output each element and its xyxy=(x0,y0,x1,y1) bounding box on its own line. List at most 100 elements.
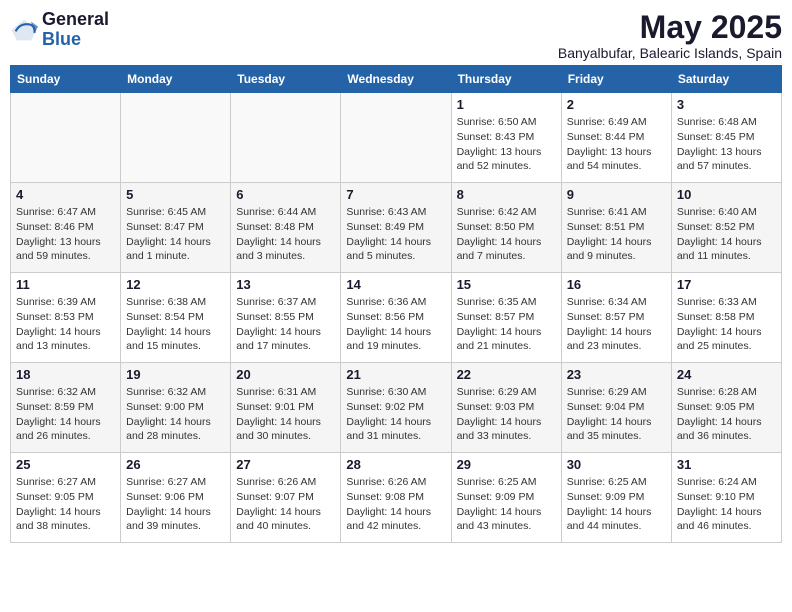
day-number: 30 xyxy=(567,457,666,472)
day-info: Sunrise: 6:40 AMSunset: 8:52 PMDaylight:… xyxy=(677,205,776,264)
calendar-table: SundayMondayTuesdayWednesdayThursdayFrid… xyxy=(10,65,782,543)
calendar-cell: 20 Sunrise: 6:31 AMSunset: 9:01 PMDayligh… xyxy=(231,363,341,453)
day-info: Sunrise: 6:47 AMSunset: 8:46 PMDaylight:… xyxy=(16,205,115,264)
weekday-header-thursday: Thursday xyxy=(451,66,561,93)
day-number: 9 xyxy=(567,187,666,202)
day-number: 8 xyxy=(457,187,556,202)
day-number: 19 xyxy=(126,367,225,382)
calendar-cell xyxy=(341,93,451,183)
calendar-cell: 18 Sunrise: 6:32 AMSunset: 8:59 PMDayligh… xyxy=(11,363,121,453)
calendar-cell: 3 Sunrise: 6:48 AMSunset: 8:45 PMDaylight… xyxy=(671,93,781,183)
day-number: 26 xyxy=(126,457,225,472)
weekday-header-sunday: Sunday xyxy=(11,66,121,93)
day-info: Sunrise: 6:36 AMSunset: 8:56 PMDaylight:… xyxy=(346,295,445,354)
day-number: 25 xyxy=(16,457,115,472)
calendar-cell: 17 Sunrise: 6:33 AMSunset: 8:58 PMDayligh… xyxy=(671,273,781,363)
day-number: 29 xyxy=(457,457,556,472)
day-info: Sunrise: 6:48 AMSunset: 8:45 PMDaylight:… xyxy=(677,115,776,174)
day-info: Sunrise: 6:50 AMSunset: 8:43 PMDaylight:… xyxy=(457,115,556,174)
month-title: May 2025 xyxy=(558,10,782,45)
logo-icon xyxy=(10,16,38,44)
day-number: 3 xyxy=(677,97,776,112)
weekday-header-row: SundayMondayTuesdayWednesdayThursdayFrid… xyxy=(11,66,782,93)
day-info: Sunrise: 6:37 AMSunset: 8:55 PMDaylight:… xyxy=(236,295,335,354)
day-info: Sunrise: 6:42 AMSunset: 8:50 PMDaylight:… xyxy=(457,205,556,264)
calendar-cell: 10 Sunrise: 6:40 AMSunset: 8:52 PMDayligh… xyxy=(671,183,781,273)
calendar-week-row: 11 Sunrise: 6:39 AMSunset: 8:53 PMDayligh… xyxy=(11,273,782,363)
day-number: 18 xyxy=(16,367,115,382)
day-info: Sunrise: 6:45 AMSunset: 8:47 PMDaylight:… xyxy=(126,205,225,264)
day-info: Sunrise: 6:26 AMSunset: 9:08 PMDaylight:… xyxy=(346,475,445,534)
day-info: Sunrise: 6:25 AMSunset: 9:09 PMDaylight:… xyxy=(567,475,666,534)
calendar-week-row: 4 Sunrise: 6:47 AMSunset: 8:46 PMDaylight… xyxy=(11,183,782,273)
calendar-cell: 23Sunrise: 6:29 AMSunset: 9:04 PMDayligh… xyxy=(561,363,671,453)
day-info: Sunrise: 6:35 AMSunset: 8:57 PMDaylight:… xyxy=(457,295,556,354)
calendar-cell: 22 Sunrise: 6:29 AMSunset: 9:03 PMDayligh… xyxy=(451,363,561,453)
logo-general: General xyxy=(42,10,109,30)
calendar-cell: 29 Sunrise: 6:25 AMSunset: 9:09 PMDayligh… xyxy=(451,453,561,543)
calendar-cell: 19 Sunrise: 6:32 AMSunset: 9:00 PMDayligh… xyxy=(121,363,231,453)
day-number: 22 xyxy=(457,367,556,382)
day-number: 31 xyxy=(677,457,776,472)
day-info: Sunrise: 6:49 AMSunset: 8:44 PMDaylight:… xyxy=(567,115,666,174)
day-number: 10 xyxy=(677,187,776,202)
day-number: 1 xyxy=(457,97,556,112)
calendar-cell: 21Sunrise: 6:30 AMSunset: 9:02 PMDayligh… xyxy=(341,363,451,453)
calendar-cell: 2Sunrise: 6:49 AMSunset: 8:44 PMDaylight… xyxy=(561,93,671,183)
day-number: 24 xyxy=(677,367,776,382)
day-info: Sunrise: 6:28 AMSunset: 9:05 PMDaylight:… xyxy=(677,385,776,444)
day-number: 5 xyxy=(126,187,225,202)
day-number: 6 xyxy=(236,187,335,202)
day-info: Sunrise: 6:39 AMSunset: 8:53 PMDaylight:… xyxy=(16,295,115,354)
day-info: Sunrise: 6:27 AMSunset: 9:05 PMDaylight:… xyxy=(16,475,115,534)
day-info: Sunrise: 6:38 AMSunset: 8:54 PMDaylight:… xyxy=(126,295,225,354)
day-number: 7 xyxy=(346,187,445,202)
calendar-cell: 4 Sunrise: 6:47 AMSunset: 8:46 PMDaylight… xyxy=(11,183,121,273)
day-info: Sunrise: 6:24 AMSunset: 9:10 PMDaylight:… xyxy=(677,475,776,534)
calendar-cell: 7 Sunrise: 6:43 AMSunset: 8:49 PMDaylight… xyxy=(341,183,451,273)
day-info: Sunrise: 6:25 AMSunset: 9:09 PMDaylight:… xyxy=(457,475,556,534)
day-info: Sunrise: 6:43 AMSunset: 8:49 PMDaylight:… xyxy=(346,205,445,264)
calendar-cell: 16 Sunrise: 6:34 AMSunset: 8:57 PMDayligh… xyxy=(561,273,671,363)
calendar-cell: 25 Sunrise: 6:27 AMSunset: 9:05 PMDayligh… xyxy=(11,453,121,543)
calendar-cell: 27 Sunrise: 6:26 AMSunset: 9:07 PMDayligh… xyxy=(231,453,341,543)
day-info: Sunrise: 6:29 AMSunset: 9:04 PMDaylight:… xyxy=(567,385,666,444)
calendar-week-row: 1 Sunrise: 6:50 AMSunset: 8:43 PMDaylight… xyxy=(11,93,782,183)
calendar-cell: 8 Sunrise: 6:42 AMSunset: 8:50 PMDaylight… xyxy=(451,183,561,273)
day-number: 17 xyxy=(677,277,776,292)
day-number: 14 xyxy=(346,277,445,292)
calendar-cell: 5 Sunrise: 6:45 AMSunset: 8:47 PMDaylight… xyxy=(121,183,231,273)
calendar-cell: 30 Sunrise: 6:25 AMSunset: 9:09 PMDayligh… xyxy=(561,453,671,543)
day-info: Sunrise: 6:31 AMSunset: 9:01 PMDaylight:… xyxy=(236,385,335,444)
day-info: Sunrise: 6:27 AMSunset: 9:06 PMDaylight:… xyxy=(126,475,225,534)
calendar-cell xyxy=(121,93,231,183)
day-number: 11 xyxy=(16,277,115,292)
day-info: Sunrise: 6:26 AMSunset: 9:07 PMDaylight:… xyxy=(236,475,335,534)
day-number: 16 xyxy=(567,277,666,292)
calendar-cell: 24 Sunrise: 6:28 AMSunset: 9:05 PMDayligh… xyxy=(671,363,781,453)
logo-blue: Blue xyxy=(42,30,109,50)
day-number: 15 xyxy=(457,277,556,292)
day-number: 28 xyxy=(346,457,445,472)
weekday-header-saturday: Saturday xyxy=(671,66,781,93)
day-info: Sunrise: 6:32 AMSunset: 8:59 PMDaylight:… xyxy=(16,385,115,444)
weekday-header-monday: Monday xyxy=(121,66,231,93)
weekday-header-friday: Friday xyxy=(561,66,671,93)
page-header: General Blue May 2025 Banyalbufar, Balea… xyxy=(10,10,782,61)
day-number: 20 xyxy=(236,367,335,382)
day-info: Sunrise: 6:32 AMSunset: 9:00 PMDaylight:… xyxy=(126,385,225,444)
calendar-cell: 13 Sunrise: 6:37 AMSunset: 8:55 PMDayligh… xyxy=(231,273,341,363)
day-number: 13 xyxy=(236,277,335,292)
day-number: 21 xyxy=(346,367,445,382)
day-info: Sunrise: 6:29 AMSunset: 9:03 PMDaylight:… xyxy=(457,385,556,444)
calendar-cell: 28 Sunrise: 6:26 AMSunset: 9:08 PMDayligh… xyxy=(341,453,451,543)
day-number: 4 xyxy=(16,187,115,202)
calendar-cell: 9Sunrise: 6:41 AMSunset: 8:51 PMDaylight… xyxy=(561,183,671,273)
calendar-cell: 6Sunrise: 6:44 AMSunset: 8:48 PMDaylight… xyxy=(231,183,341,273)
logo: General Blue xyxy=(10,10,109,50)
calendar-cell xyxy=(231,93,341,183)
calendar-cell: 1 Sunrise: 6:50 AMSunset: 8:43 PMDaylight… xyxy=(451,93,561,183)
day-info: Sunrise: 6:34 AMSunset: 8:57 PMDaylight:… xyxy=(567,295,666,354)
day-number: 27 xyxy=(236,457,335,472)
day-info: Sunrise: 6:33 AMSunset: 8:58 PMDaylight:… xyxy=(677,295,776,354)
